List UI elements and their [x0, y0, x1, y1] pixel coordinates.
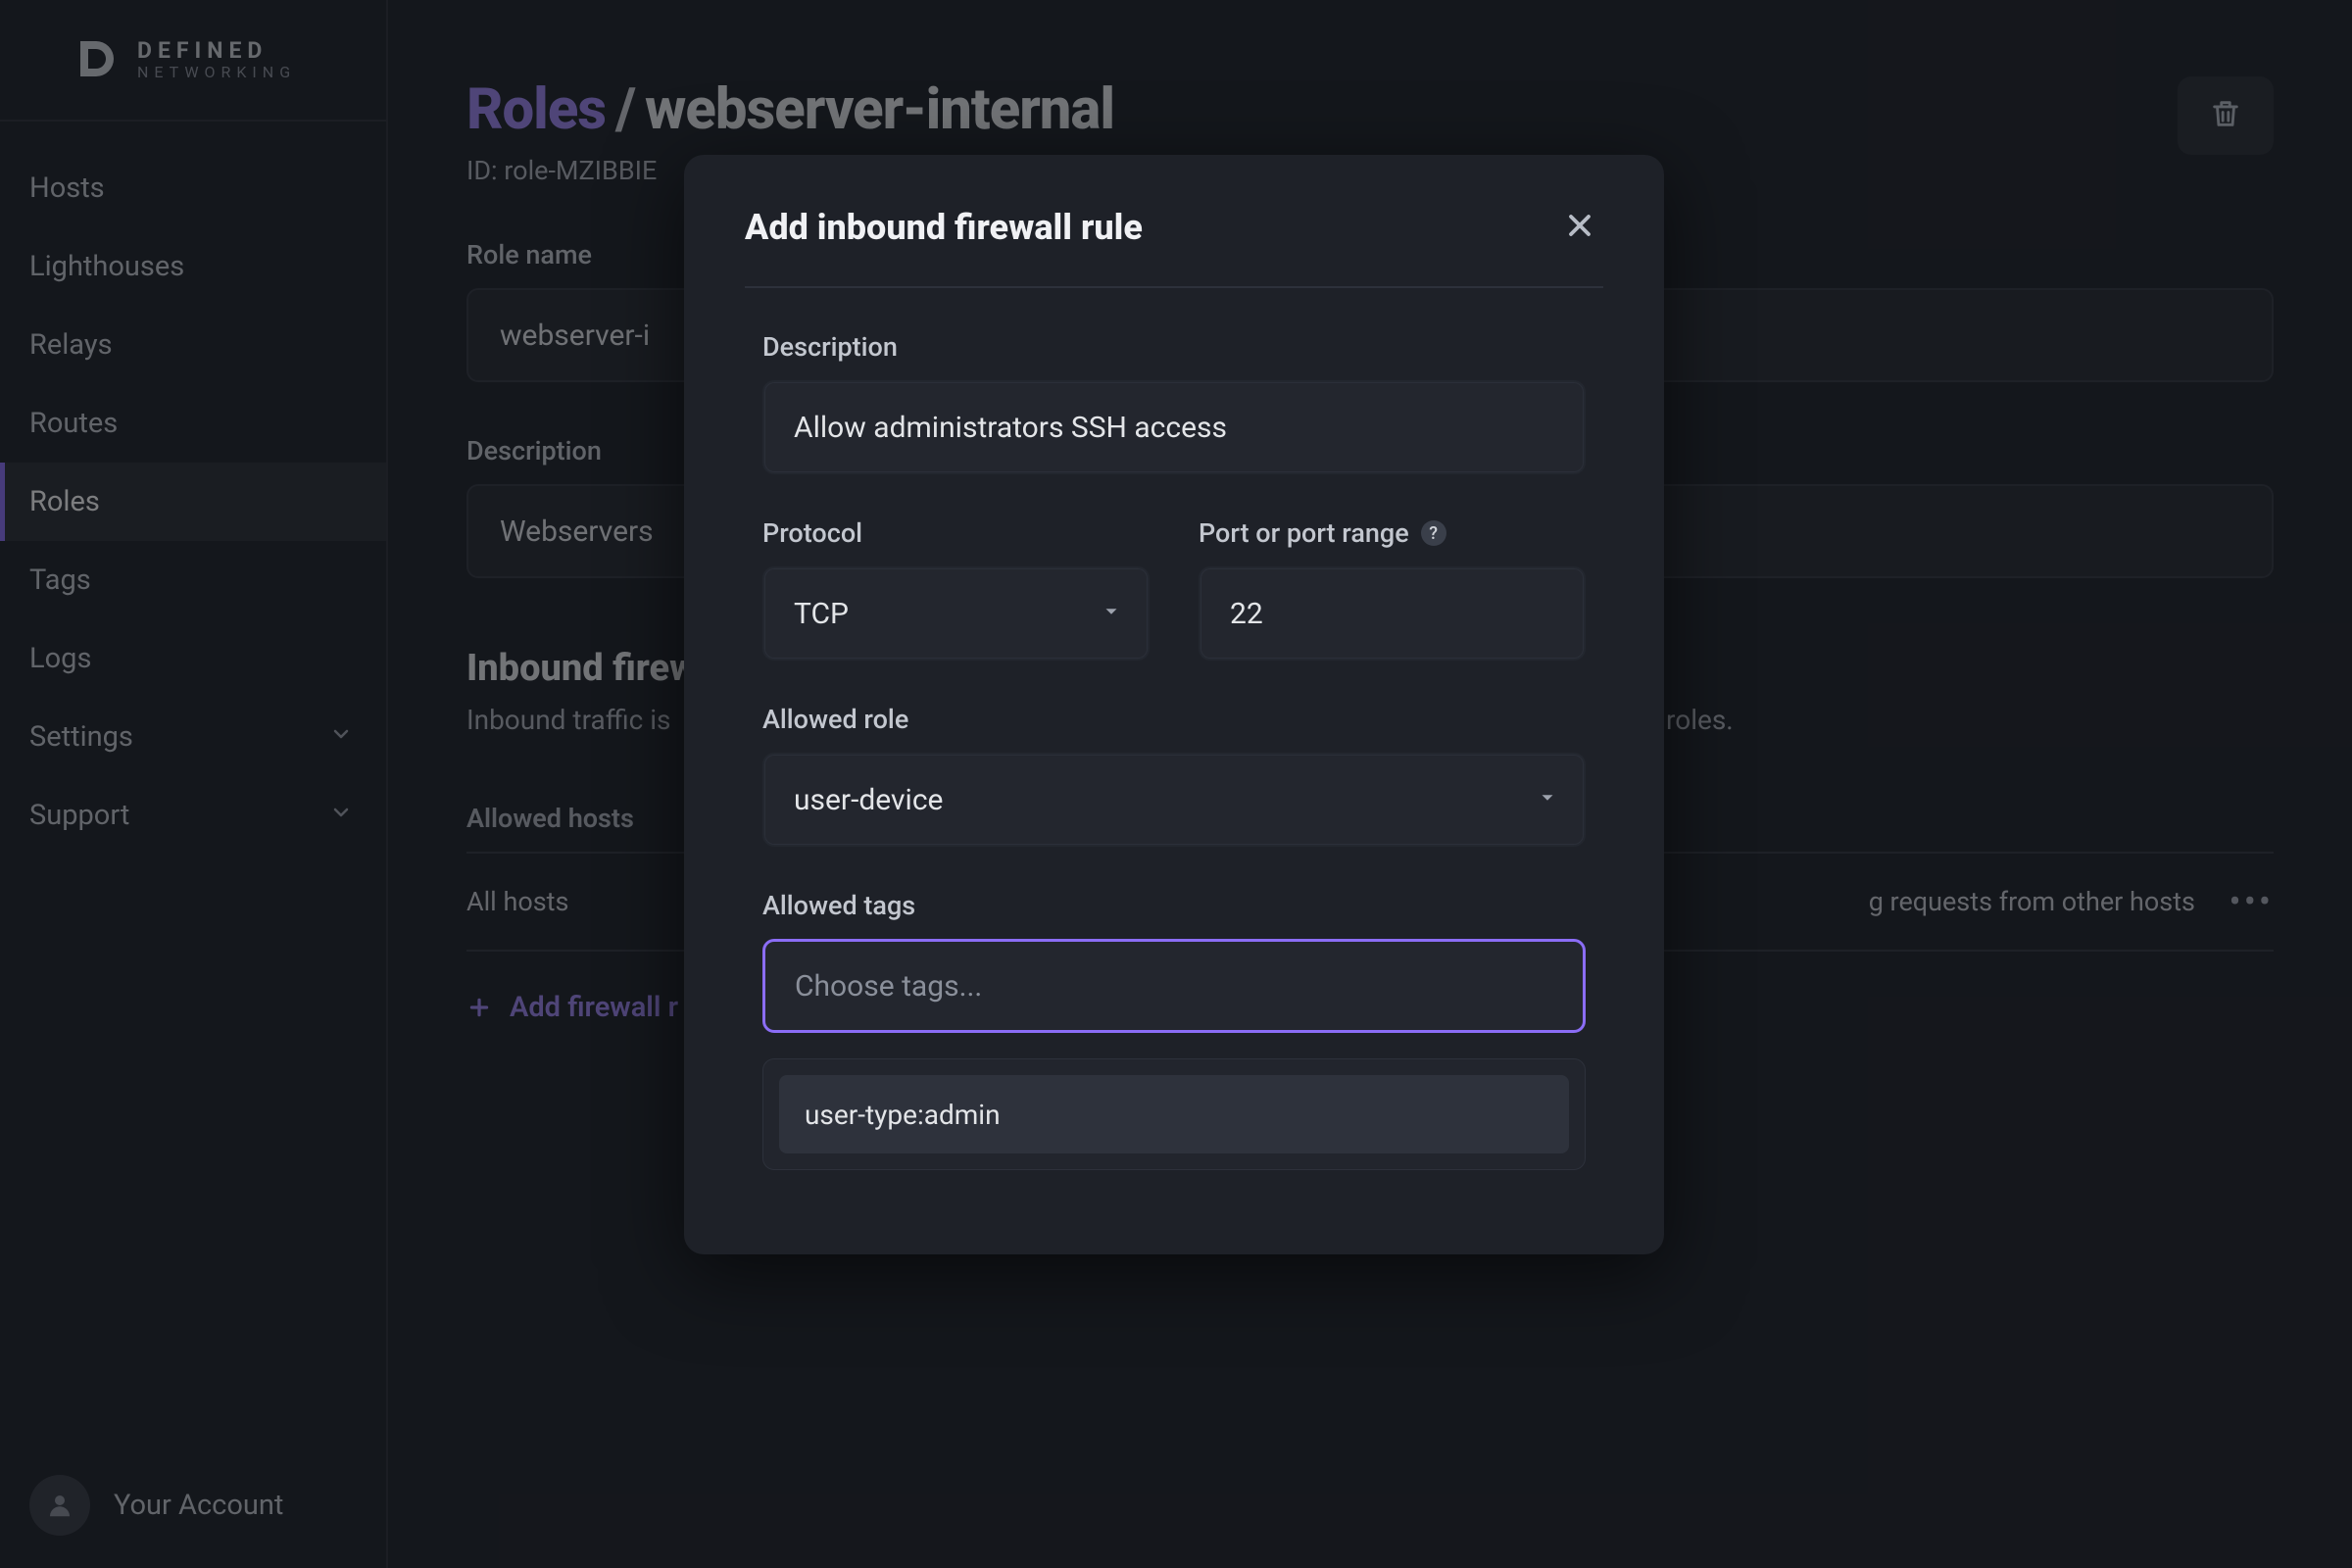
modal-header: Add inbound firewall rule	[745, 202, 1603, 288]
modal-port-input[interactable]	[1199, 566, 1586, 661]
modal-description-input[interactable]	[762, 380, 1586, 474]
modal-allowed-role-label: Allowed role	[762, 704, 1586, 735]
help-icon[interactable]: ?	[1421, 520, 1446, 546]
modal-title: Add inbound firewall rule	[745, 207, 1143, 248]
tags-dropdown: user-type:admin	[762, 1058, 1586, 1170]
close-button[interactable]	[1556, 202, 1603, 253]
add-inbound-rule-modal: Add inbound firewall rule Description Pr…	[684, 155, 1664, 1254]
tags-dropdown-option[interactable]: user-type:admin	[779, 1075, 1569, 1153]
modal-allowed-tags-input[interactable]: Choose tags...	[762, 939, 1586, 1033]
modal-protocol-label: Protocol	[762, 517, 1150, 549]
modal-protocol-select[interactable]	[762, 566, 1150, 661]
tags-placeholder: Choose tags...	[795, 969, 982, 1004]
modal-description-label: Description	[762, 331, 1586, 363]
modal-allowed-role-select[interactable]	[762, 753, 1586, 847]
modal-port-label: Port or port range ?	[1199, 517, 1586, 549]
modal-allowed-tags-label: Allowed tags	[762, 890, 1586, 921]
close-icon	[1562, 228, 1597, 247]
modal-allowed-role-value[interactable]	[762, 753, 1586, 847]
modal-protocol-value[interactable]	[762, 566, 1150, 661]
